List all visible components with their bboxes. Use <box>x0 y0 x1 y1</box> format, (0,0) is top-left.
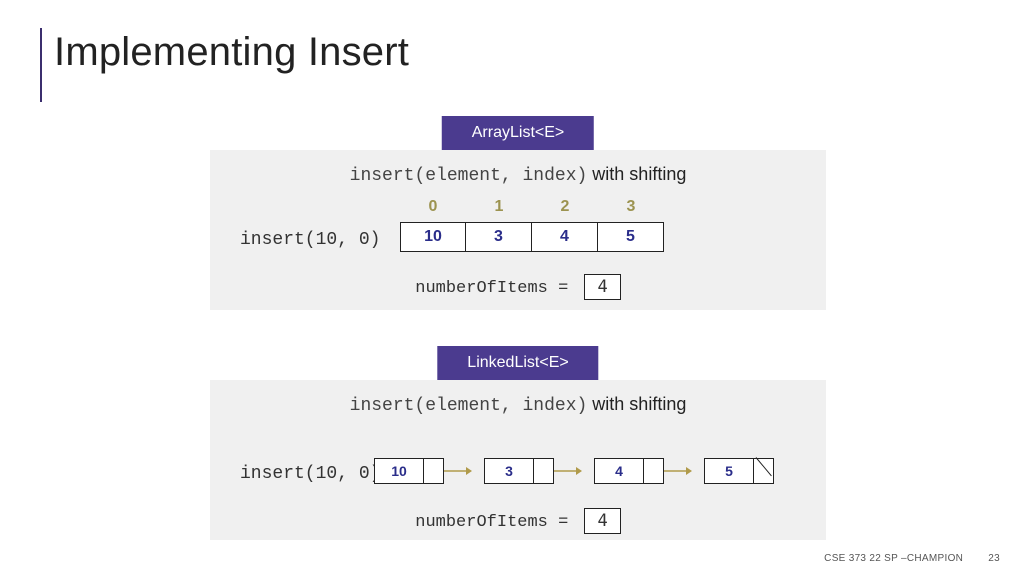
footer-page: 23 <box>988 553 1000 564</box>
linkedlist-count: numberOfItems = 4 <box>210 508 826 534</box>
count-value: 4 <box>584 274 620 300</box>
node-value: 3 <box>485 459 533 483</box>
arraylist-count: numberOfItems = 4 <box>210 274 826 300</box>
count-value: 4 <box>584 508 620 534</box>
arraylist-panel: ArrayList<E> insert(element, index) with… <box>210 150 826 310</box>
array-cell: 3 <box>466 222 532 252</box>
linkedlist-signature: insert(element, index) with shifting <box>210 394 826 416</box>
node-pointer <box>423 459 443 483</box>
count-label: numberOfItems = <box>415 279 578 298</box>
arrow-icon <box>456 471 472 472</box>
arraylist-call: insert(10, 0) <box>240 230 380 250</box>
signature-suffix: with shifting <box>587 394 686 414</box>
linkedlist-badge: LinkedList<E> <box>437 346 598 380</box>
footer: CSE 373 22 SP –CHAMPION 23 <box>824 553 1000 564</box>
list-node: 3 <box>484 458 554 484</box>
arrow-icon <box>676 471 692 472</box>
array-cell: 10 <box>400 222 466 252</box>
list-node: 10 <box>374 458 444 484</box>
node-value: 10 <box>375 459 423 483</box>
arraylist-signature: insert(element, index) with shifting <box>210 164 826 186</box>
slide-title: Implementing Insert <box>54 30 409 75</box>
index-label: 1 <box>466 198 532 216</box>
node-pointer <box>643 459 663 483</box>
list-node: 4 <box>594 458 664 484</box>
array-cell: 5 <box>598 222 664 252</box>
arraylist-badge: ArrayList<E> <box>442 116 594 150</box>
node-value: 5 <box>705 459 753 483</box>
array-cell: 4 <box>532 222 598 252</box>
footer-course: CSE 373 22 SP –CHAMPION <box>824 553 963 564</box>
title-rule <box>40 28 42 102</box>
array-cells: 10 3 4 5 <box>400 222 664 252</box>
signature-code: insert(element, index) <box>350 166 588 186</box>
node-pointer <box>533 459 553 483</box>
index-label: 3 <box>598 198 664 216</box>
node-pointer-null <box>753 459 773 483</box>
signature-suffix: with shifting <box>587 164 686 184</box>
linkedlist-panel: LinkedList<E> insert(element, index) wit… <box>210 380 826 540</box>
index-label: 2 <box>532 198 598 216</box>
linkedlist-call: insert(10, 0) <box>240 464 380 484</box>
linkedlist-nodes: 10 3 4 5 <box>374 458 774 484</box>
node-value: 4 <box>595 459 643 483</box>
count-label: numberOfItems = <box>415 513 578 532</box>
list-node: 5 <box>704 458 774 484</box>
index-row: 0 1 2 3 <box>400 198 664 216</box>
arrow-icon <box>566 471 582 472</box>
signature-code: insert(element, index) <box>350 396 588 416</box>
index-label: 0 <box>400 198 466 216</box>
